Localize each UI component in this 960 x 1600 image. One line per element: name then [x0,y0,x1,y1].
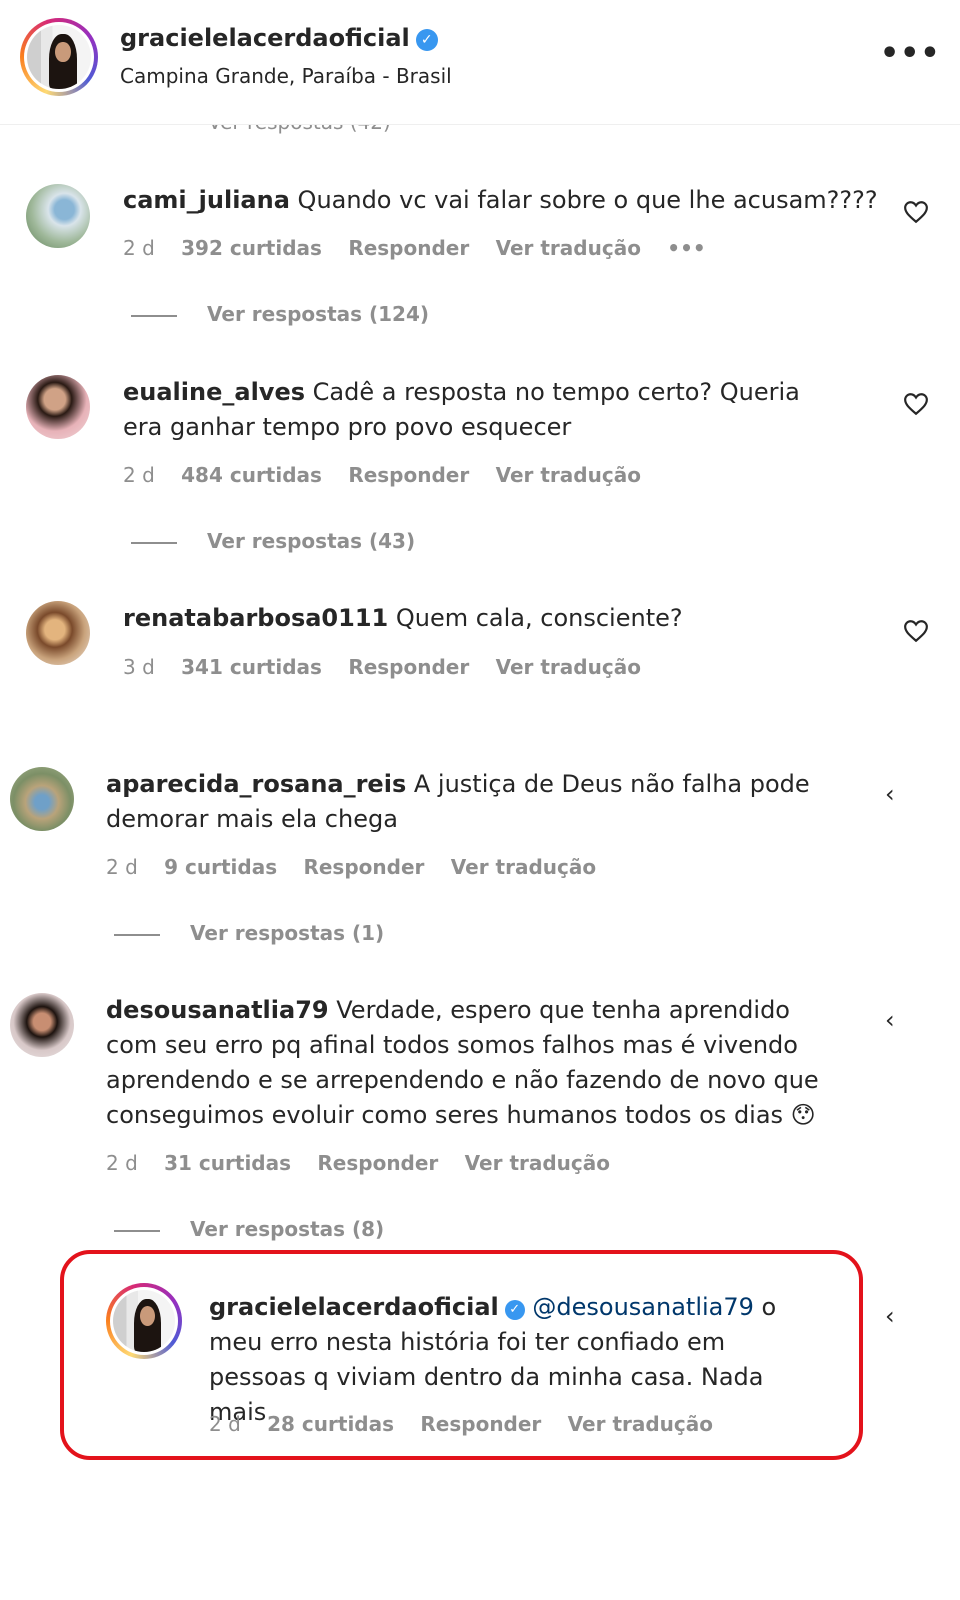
reply-likes[interactable]: 28 curtidas [267,1412,394,1436]
view-replies-label[interactable]: Ver respostas (8) [190,1217,384,1241]
view-replies-label[interactable]: Ver respostas (43) [207,529,415,553]
comment-time: 2 d [106,1151,138,1175]
reply-time: 2 d [209,1412,241,1436]
reply-button[interactable]: Responder [303,855,424,879]
comment-time: 3 d [123,655,155,679]
comment-body: Quando vc vai falar sobre o que lhe acus… [297,186,878,214]
translate-button[interactable]: Ver tradução [496,236,641,260]
heart-icon[interactable] [903,200,929,224]
mention-link[interactable]: @desousanatlia79 [532,1293,754,1321]
comment-username[interactable]: aparecida_rosana_reis [106,770,406,798]
avatar[interactable] [10,767,74,831]
comment-text: eualine_alves Cadê a resposta no tempo c… [123,375,843,445]
heart-icon[interactable] [903,619,929,643]
reply-button[interactable]: Responder [348,236,469,260]
replies-divider [114,933,160,936]
comment-meta: 2 d 9 curtidas Responder Ver tradução [106,855,616,879]
reply-username[interactable]: gracielelacerdaoficial [209,1293,499,1321]
avatar[interactable] [26,184,90,248]
translate-button[interactable]: Ver tradução [568,1412,713,1436]
comment-options-icon[interactable]: ••• [667,236,705,260]
replies-divider [114,1229,160,1232]
comment-text: desousanatlia79 Verdade, espero que tenh… [106,993,836,1133]
view-replies-label[interactable]: Ver respostas (1) [190,921,384,945]
heart-icon-partial[interactable]: ‹ [885,780,895,808]
comment-likes[interactable]: 341 curtidas [181,655,322,679]
more-horizontal-icon[interactable]: ••• [880,36,941,71]
reply-avatar[interactable] [106,1283,182,1359]
comment-meta: 2 d 31 curtidas Responder Ver tradução [106,1151,630,1175]
translate-button[interactable]: Ver tradução [496,655,641,679]
comment-text: aparecida_rosana_reis A justiça de Deus … [106,767,826,837]
reply-button[interactable]: Responder [317,1151,438,1175]
comment-time: 2 d [123,236,155,260]
reply-button[interactable]: Responder [420,1412,541,1436]
avatar[interactable] [26,601,90,665]
view-replies-button[interactable]: Ver respostas (124) [131,302,429,326]
comment-likes[interactable]: 9 curtidas [164,855,277,879]
profile-avatar[interactable] [20,18,98,96]
reply-button[interactable]: Responder [348,655,469,679]
comment-username[interactable]: renatabarbosa0111 [123,604,388,632]
view-replies-button[interactable]: Ver respostas (1) [114,921,384,945]
translate-button[interactable]: Ver tradução [451,855,596,879]
reply-text: gracielelacerdaoficial ✓ @desousanatlia79… [209,1290,819,1430]
comment-username[interactable]: cami_juliana [123,186,290,214]
comment-likes[interactable]: 484 curtidas [181,463,322,487]
view-replies-button[interactable]: Ver respostas (8) [114,1217,384,1241]
reply-meta: 2 d 28 curtidas Responder Ver tradução [209,1412,733,1436]
comment-time: 2 d [123,463,155,487]
reply-button[interactable]: Responder [348,463,469,487]
comment-likes[interactable]: 31 curtidas [164,1151,291,1175]
translate-button[interactable]: Ver tradução [496,463,641,487]
comment-text: cami_juliana Quando vc vai falar sobre o… [123,183,883,218]
heart-icon[interactable] [903,392,929,416]
heart-icon-partial[interactable]: ‹ [885,1006,895,1034]
view-replies-label[interactable]: Ver respostas (124) [207,302,429,326]
comment-body: Quem cala, consciente? [395,604,683,632]
comment-username[interactable]: desousanatlia79 [106,996,329,1024]
replies-divider [131,541,177,544]
comment-time: 2 d [106,855,138,879]
header-username-text[interactable]: gracielelacerdaoficial [120,24,410,52]
comment-username[interactable]: eualine_alves [123,378,305,406]
verified-badge-icon: ✓ [504,1300,525,1320]
avatar[interactable] [10,993,74,1057]
header-location[interactable]: Campina Grande, Paraíba - Brasil [120,64,452,88]
replies-divider [131,314,177,317]
post-header: gracielelacerdaoficial ✓ Campina Grande, … [0,0,960,125]
heart-icon-partial[interactable]: ‹ [885,1302,895,1330]
avatar[interactable] [26,375,90,439]
comment-meta: 2 d 392 curtidas Responder Ver tradução … [123,236,726,260]
comment-meta: 3 d 341 curtidas Responder Ver tradução [123,655,661,679]
comment-meta: 2 d 484 curtidas Responder Ver tradução [123,463,661,487]
view-replies-button[interactable]: Ver respostas (43) [131,529,415,553]
comment-likes[interactable]: 392 curtidas [181,236,322,260]
verified-badge-icon: ✓ [415,29,438,51]
comment-text: renatabarbosa0111 Quem cala, consciente? [123,601,883,636]
translate-button[interactable]: Ver tradução [465,1151,610,1175]
header-username[interactable]: gracielelacerdaoficial ✓ [120,24,438,52]
